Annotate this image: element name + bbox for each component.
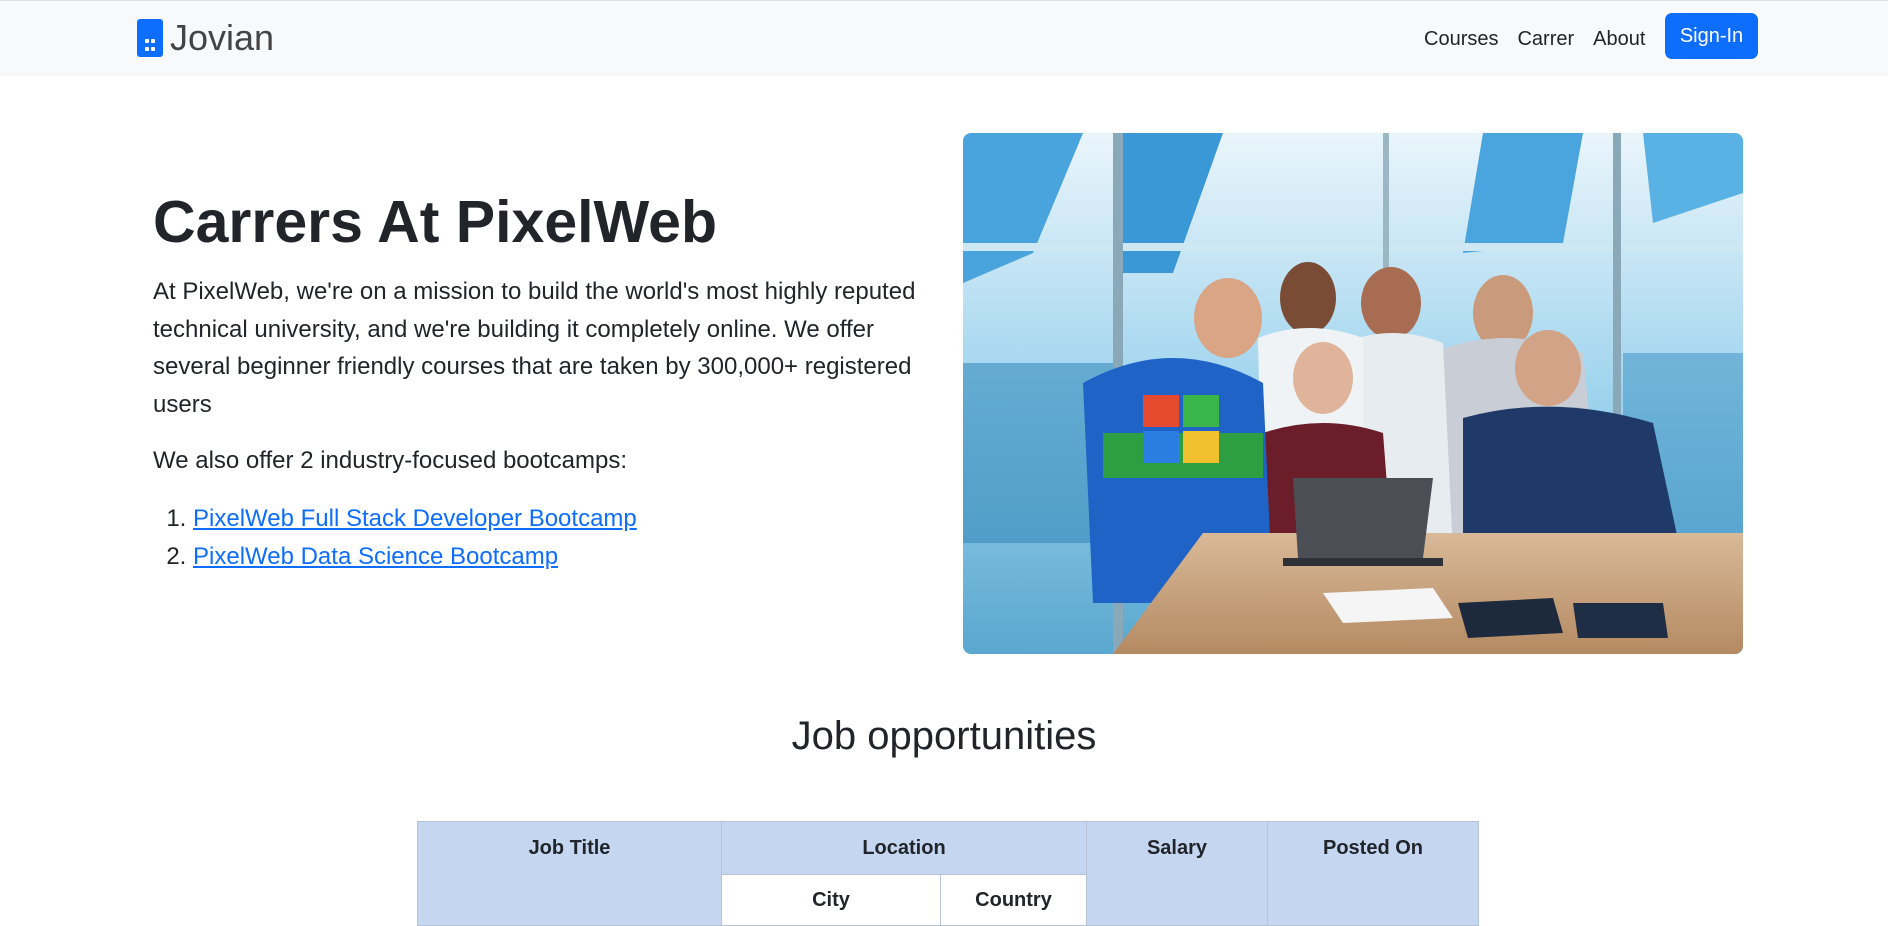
column-header-posted-on: Posted On — [1267, 821, 1479, 926]
bootcamps-intro-text: We also offer 2 industry-focused bootcam… — [153, 447, 628, 474]
list-item: PixelWeb Full Stack Developer Bootcamp — [193, 500, 637, 538]
nav-links: Courses Carrer About — [1424, 23, 1664, 55]
nav-link-carrer[interactable]: Carrer — [1517, 23, 1574, 55]
bootcamp-link-data-science[interactable]: PixelWeb Data Science Bootcamp — [193, 543, 558, 570]
column-header-salary: Salary — [1086, 821, 1268, 926]
bootcamp-list: PixelWeb Full Stack Developer Bootcamp P… — [153, 500, 637, 576]
brand-logo-link[interactable]: Jovian — [137, 19, 274, 57]
navbar: Jovian Courses Carrer About Sign-In — [0, 0, 1888, 73]
sign-in-button[interactable]: Sign-In — [1665, 13, 1758, 59]
nav-link-courses[interactable]: Courses — [1424, 23, 1498, 55]
column-header-location: Location — [721, 821, 1087, 875]
nav-link-about[interactable]: About — [1593, 23, 1645, 55]
job-opportunities-heading: Job opportunities — [791, 714, 1097, 758]
column-header-country: Country — [940, 874, 1087, 926]
column-header-city: City — [721, 874, 941, 926]
bootcamp-link-full-stack[interactable]: PixelWeb Full Stack Developer Bootcamp — [193, 505, 637, 532]
hero-intro-text: At PixelWeb, we're on a mission to build… — [153, 278, 916, 418]
page-title: Carrers At PixelWeb — [153, 189, 718, 255]
job-opportunities-table: Job Title Location Salary Posted On City… — [417, 821, 1479, 926]
list-item: PixelWeb Data Science Bootcamp — [193, 538, 637, 576]
jovian-logo-icon — [137, 19, 163, 57]
column-header-job-title: Job Title — [417, 821, 722, 926]
team-celebration-photo — [963, 133, 1743, 654]
brand-name: Jovian — [170, 17, 275, 58]
